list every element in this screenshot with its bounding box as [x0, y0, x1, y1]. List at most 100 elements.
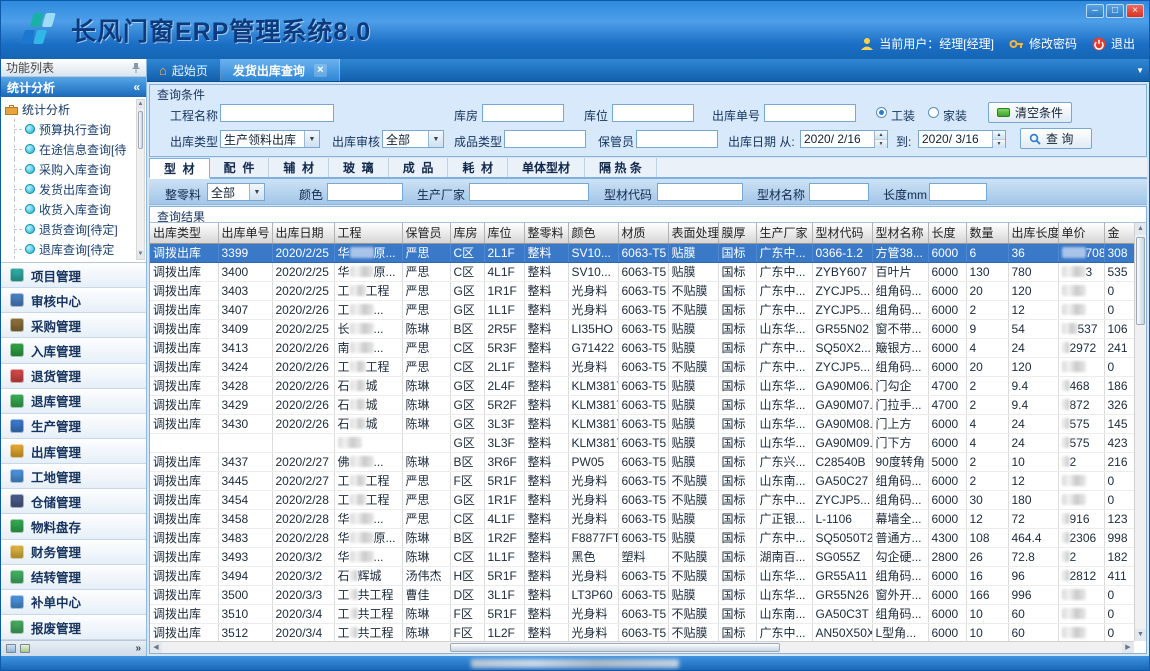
- date-to-picker[interactable]: 2020/ 3/16 ▲▼: [918, 130, 1006, 148]
- tab-shipment-outbound-query[interactable]: 发货出库查询 ×: [221, 59, 340, 81]
- column-header-19[interactable]: 金: [1104, 223, 1134, 243]
- whole-part-select[interactable]: 全部 ▼: [207, 183, 265, 201]
- material-tab-1[interactable]: 配 件: [210, 158, 270, 177]
- table-row[interactable]: 调拨出库34932020/3/2华...陈琳C区1L1F整料黑色塑料不贴膜国标湖…: [150, 547, 1134, 566]
- sidebar-item-inventory[interactable]: 物料盘存: [1, 514, 146, 539]
- color-input[interactable]: [327, 183, 403, 201]
- horizontal-scrollbar[interactable]: ◀ ▶: [150, 641, 1134, 653]
- order-no-input[interactable]: [764, 104, 856, 122]
- table-row[interactable]: 调拨出库34292020/2/26石城陈琳G区5R2F整料KLM38176063…: [150, 395, 1134, 414]
- table-row[interactable]: 调拨出库34942020/3/2石辉城汤伟杰H区5R1F整料光身料6063-T5…: [150, 566, 1134, 585]
- jiazhuang-radio[interactable]: [928, 107, 939, 118]
- column-header-2[interactable]: 出库日期: [272, 223, 334, 243]
- sidebar-item-finance[interactable]: 财务管理: [1, 540, 146, 565]
- sidebar-item-purchase[interactable]: 采购管理: [1, 313, 146, 338]
- material-tab-5[interactable]: 耗 材: [448, 158, 508, 177]
- column-header-18[interactable]: 单价: [1058, 223, 1104, 243]
- sidebar-item-production[interactable]: 生产管理: [1, 414, 146, 439]
- keeper-input[interactable]: [636, 130, 718, 148]
- sidebar-item-project[interactable]: 项目管理: [1, 263, 146, 288]
- sidebar-item-return-goods[interactable]: 退货管理: [1, 364, 146, 389]
- column-header-11[interactable]: 膜厚: [718, 223, 756, 243]
- column-header-9[interactable]: 材质: [618, 223, 668, 243]
- tree-item-1[interactable]: 在途信息查询[待: [5, 139, 134, 159]
- length-input[interactable]: [929, 183, 987, 201]
- sidebar-item-site[interactable]: 工地管理: [1, 464, 146, 489]
- date-spinner-icon[interactable]: ▲▼: [874, 131, 887, 147]
- column-header-6[interactable]: 库位: [484, 223, 524, 243]
- column-header-4[interactable]: 保管员: [402, 223, 450, 243]
- tree-scroll-down-icon[interactable]: ▼: [137, 250, 144, 259]
- clear-conditions-button[interactable]: 清空条件: [988, 102, 1072, 123]
- profile-code-input[interactable]: [657, 183, 743, 201]
- horizontal-scroll-thumb[interactable]: [450, 643, 780, 652]
- column-header-8[interactable]: 颜色: [568, 223, 618, 243]
- material-tab-0[interactable]: 型 材: [149, 158, 210, 179]
- table-row[interactable]: 调拨出库34372020/2/27佛...陈琳B区3R6F整料PW056063-…: [150, 452, 1134, 471]
- scroll-down-arrow-icon[interactable]: ▼: [1135, 629, 1146, 641]
- tree-item-5[interactable]: 退货查询[待定]: [5, 219, 134, 239]
- column-header-3[interactable]: 工程: [334, 223, 402, 243]
- tree-item-4[interactable]: 收货入库查询: [5, 199, 134, 219]
- table-row[interactable]: 调拨出库34282020/2/26石城陈琳G区2L4F整料KLM38176063…: [150, 376, 1134, 395]
- tab-list-caret-icon[interactable]: ▼: [1136, 66, 1144, 75]
- table-row[interactable]: G区3L3F整料KLM38176063-T5贴膜国标山东华...GA90M09.…: [150, 433, 1134, 452]
- warehouse-input[interactable]: [482, 104, 564, 122]
- column-header-0[interactable]: 出库类型: [150, 223, 218, 243]
- tree-item-0[interactable]: 预算执行查询: [5, 119, 134, 139]
- vertical-scroll-thumb[interactable]: [1136, 237, 1145, 325]
- material-tab-6[interactable]: 单体型材: [508, 158, 585, 177]
- change-password-link[interactable]: 修改密码: [1029, 35, 1077, 52]
- sidebar-item-warehouse[interactable]: 仓储管理: [1, 489, 146, 514]
- gongzhuang-radio[interactable]: [876, 107, 887, 118]
- column-header-13[interactable]: 型材代码: [812, 223, 872, 243]
- sidebar-item-outbound[interactable]: 出库管理: [1, 439, 146, 464]
- table-row[interactable]: 调拨出库35102020/3/4工共工程陈琳F区5R1F整料光身料6063-T5…: [150, 604, 1134, 623]
- table-row[interactable]: 调拨出库34582020/2/28华...严思C区4L1F整料光身料6063-T…: [150, 509, 1134, 528]
- collapse-chevron-icon[interactable]: «: [133, 80, 140, 94]
- pin-icon[interactable]: [131, 62, 141, 74]
- sidebar-item-audit[interactable]: 审核中心: [1, 288, 146, 313]
- material-tab-3[interactable]: 玻 璃: [329, 158, 389, 177]
- scroll-up-arrow-icon[interactable]: ▲: [1135, 223, 1146, 235]
- close-button[interactable]: ×: [1126, 4, 1144, 18]
- sidebar-item-inbound[interactable]: 入库管理: [1, 338, 146, 363]
- tree-item-3[interactable]: 发货出库查询: [5, 179, 134, 199]
- sidebar-item-carryover[interactable]: 结转管理: [1, 565, 146, 590]
- tree-scrollbar[interactable]: ▲ ▼: [136, 99, 145, 260]
- material-tab-7[interactable]: 隔 热 条: [585, 158, 657, 177]
- project-name-input[interactable]: [220, 104, 334, 122]
- mini-panel-icon[interactable]: [6, 644, 16, 653]
- column-header-16[interactable]: 数量: [966, 223, 1008, 243]
- tree-scroll-up-icon[interactable]: ▲: [137, 100, 144, 109]
- table-row[interactable]: 调拨出库34542020/2/28工工程严思G区1R1F整料光身料6063-T5…: [150, 490, 1134, 509]
- scroll-right-arrow-icon[interactable]: ▶: [1122, 642, 1134, 653]
- tab-close-icon[interactable]: ×: [314, 64, 327, 77]
- column-header-1[interactable]: 出库单号: [218, 223, 272, 243]
- minimize-button[interactable]: –: [1086, 4, 1104, 18]
- tree-scroll-thumb[interactable]: [138, 111, 143, 149]
- sidebar-more-chevron-icon[interactable]: »: [135, 643, 141, 654]
- table-row[interactable]: 调拨出库34452020/2/27工工程严思F区5R1F整料光身料6063-T5…: [150, 471, 1134, 490]
- date-spinner-icon[interactable]: ▲▼: [992, 131, 1005, 147]
- location-input[interactable]: [612, 104, 694, 122]
- tree-item-6[interactable]: 退库查询[待定: [5, 239, 134, 259]
- column-header-5[interactable]: 库房: [450, 223, 484, 243]
- logout-link[interactable]: 退出: [1111, 35, 1135, 52]
- table-row[interactable]: 调拨出库34302020/2/26石城陈琳G区3L3F整料KLM38176063…: [150, 414, 1134, 433]
- mini-computer-icon[interactable]: [20, 644, 30, 653]
- sidebar-section-statistics[interactable]: 统计分析 «: [1, 77, 146, 97]
- column-header-10[interactable]: 表面处理: [668, 223, 718, 243]
- sidebar-item-scrap[interactable]: 报废管理: [1, 615, 146, 640]
- column-header-7[interactable]: 整零料: [524, 223, 568, 243]
- profile-name-input[interactable]: [809, 183, 869, 201]
- tree-item-2[interactable]: 采购入库查询: [5, 159, 134, 179]
- material-tab-2[interactable]: 辅 材: [269, 158, 329, 177]
- table-row[interactable]: 调拨出库35002020/3/3工共工程曹佳D区3L1F整料LT3P606063…: [150, 585, 1134, 604]
- table-row[interactable]: 调拨出库34002020/2/25华原...严思C区4L1F整料SV10...6…: [150, 262, 1134, 281]
- table-row[interactable]: 调拨出库33992020/2/25华原...严思C区2L1F整料SV10...6…: [150, 243, 1134, 262]
- table-row[interactable]: 调拨出库34242020/2/26工工程严思C区2L1F整料光身料6063-T5…: [150, 357, 1134, 376]
- manufacturer-input[interactable]: [469, 183, 589, 201]
- material-tab-4[interactable]: 成 品: [389, 158, 449, 177]
- vertical-scrollbar[interactable]: ▲ ▼: [1134, 223, 1146, 641]
